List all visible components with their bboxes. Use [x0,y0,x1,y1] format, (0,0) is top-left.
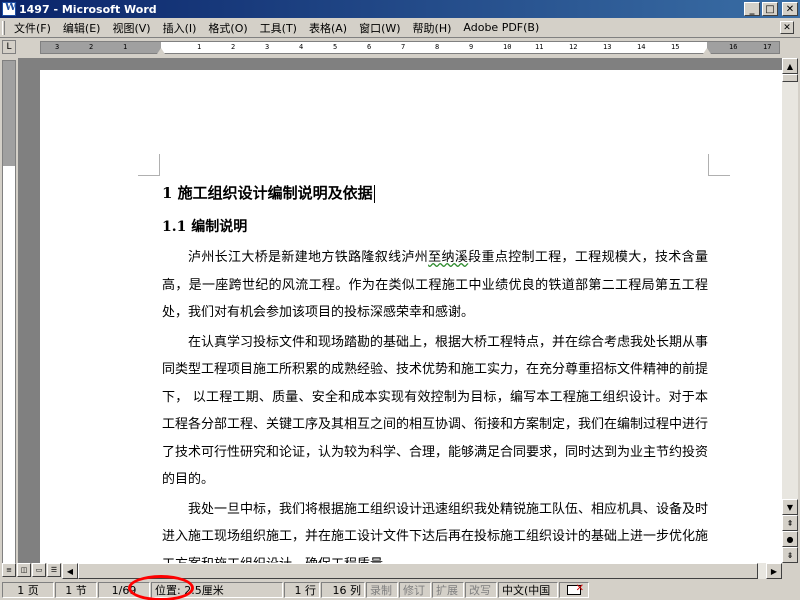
previous-page-icon[interactable]: ⇞ [782,515,798,531]
heading-2[interactable]: 1.1 编制说明 [162,212,708,242]
menu-window[interactable]: 窗口(W) [353,20,406,36]
status-page-of: 1/69 [98,582,150,598]
ruler-number: 14 [637,43,646,51]
ruler-number: 5 [333,43,338,51]
paragraph-1-text-a: 泸州长江大桥是新建地方铁路隆叙线泸州 [188,250,429,265]
spelling-status-icon[interactable]: ✕ [559,582,589,598]
horizontal-scroll-row: ≡ ◫ ▭ ☰ ◀ ▶ [0,563,800,579]
menu-tools[interactable]: 工具(T) [254,20,303,36]
menu-edit[interactable]: 编辑(E) [57,20,107,36]
ruler-number: 2 [231,43,236,51]
status-column: 16 列 [321,582,365,598]
top-right-crop-mark [708,154,730,176]
ruler-number: 15 [671,43,680,51]
menu-bar: 文件(F) 编辑(E) 视图(V) 插入(I) 格式(O) 工具(T) 表格(A… [0,18,800,38]
status-extend[interactable]: 扩展 [432,582,464,598]
paragraph-1[interactable]: 泸州长江大桥是新建地方铁路隆叙线泸州至纳溪段重点控制工程，工程规模大，技术含量高… [162,244,708,327]
text-cursor [373,185,375,203]
top-left-crop-mark [138,154,160,176]
menu-adobe-pdf[interactable]: Adobe PDF(B) [457,21,545,34]
document-controls: ✕ [780,21,796,34]
maximize-button[interactable]: □ [762,2,778,16]
next-page-icon[interactable]: ⇟ [782,547,798,563]
heading-1[interactable]: 1 施工组织设计编制说明及依据 [162,178,708,208]
browse-object-icon[interactable]: ● [782,531,798,547]
menu-view[interactable]: 视图(V) [106,20,156,36]
window-title: 1497 - Microsoft Word [19,2,157,16]
outline-view-icon[interactable]: ☰ [47,563,61,577]
horizontal-scrollbar[interactable]: ◀ ▶ [62,563,782,579]
word-app-icon[interactable] [2,2,16,16]
normal-view-icon[interactable]: ≡ [2,563,16,577]
close-button[interactable]: ✕ [782,2,798,16]
ruler-number: 1 [197,43,202,51]
vertical-scrollbar[interactable]: ▲ ▼ ⇞ ● ⇟ [782,58,798,563]
scroll-right-icon[interactable]: ▶ [766,563,782,579]
top-margin-zone [3,61,15,166]
menu-insert[interactable]: 插入(I) [157,20,203,36]
vertical-scroll-thumb[interactable] [782,74,798,82]
ruler-number: 3 [55,43,60,51]
ruler-number: 11 [535,43,544,51]
paragraph-3[interactable]: 我处一旦中标，我们将根据施工组织设计迅速组织我处精锐施工队伍、相应机具、设备及时… [162,496,708,564]
word-window: 1497 - Microsoft Word _ □ ✕ 文件(F) 编辑(E) … [0,0,800,600]
scroll-down-icon[interactable]: ▼ [782,499,798,515]
heading-1-text: 1 施工组织设计编制说明及依据 [162,184,373,202]
ruler-number: 3 [265,43,270,51]
view-buttons: ≡ ◫ ▭ ☰ [2,563,62,577]
print-view-icon[interactable]: ▭ [32,563,46,577]
paragraph-2[interactable]: 在认真学习投标文件和现场踏勘的基础上，根据大桥工程特点，并在综合考虑我处长期从事… [162,329,708,494]
status-page: 1 页 [2,582,54,598]
scroll-left-icon[interactable]: ◀ [62,563,78,579]
minimize-button[interactable]: _ [744,2,760,16]
spelling-flag[interactable]: 至纳溪 [428,250,468,265]
status-record[interactable]: 录制 [366,582,398,598]
ruler-number: 9 [469,43,474,51]
ruler-number: 13 [603,43,612,51]
status-line: 1 行 [284,582,320,598]
horizontal-scroll-thumb[interactable] [78,563,758,579]
status-track-changes[interactable]: 修订 [399,582,431,598]
ruler-row: L 3 2 1 1 2 3 4 5 6 7 8 9 10 11 12 13 14… [0,39,800,56]
menu-format[interactable]: 格式(O) [202,20,253,36]
horizontal-ruler[interactable]: 3 2 1 1 2 3 4 5 6 7 8 9 10 11 12 13 14 1… [40,41,780,54]
document-page[interactable]: 1 施工组织设计编制说明及依据 1.1 编制说明 泸州长江大桥是新建地方铁路隆叙… [40,70,782,563]
document-workspace: 1 施工组织设计编制说明及依据 1.1 编制说明 泸州长江大桥是新建地方铁路隆叙… [18,58,782,563]
right-indent-marker-icon[interactable] [703,48,711,54]
document-body[interactable]: 1 施工组织设计编制说明及依据 1.1 编制说明 泸州长江大桥是新建地方铁路隆叙… [162,178,708,563]
ruler-number: 4 [299,43,304,51]
ruler-number: 6 [367,43,372,51]
status-position: 位置: 2.5厘米 [151,582,283,598]
ruler-number: 17 [763,43,772,51]
ruler-number: 7 [401,43,406,51]
web-view-icon[interactable]: ◫ [17,563,31,577]
doc-close-button[interactable]: ✕ [780,21,794,34]
status-bar: 1 页 1 节 1/69 位置: 2.5厘米 1 行 16 列 录制 修订 扩展… [0,580,800,600]
tab-selector-icon[interactable]: L [2,40,16,54]
ruler-number: 10 [503,43,512,51]
menu-table[interactable]: 表格(A) [303,20,353,36]
menu-file[interactable]: 文件(F) [8,20,57,36]
title-bar: 1497 - Microsoft Word _ □ ✕ [0,0,800,18]
menubar-grip[interactable] [2,20,5,35]
status-language[interactable]: 中文(中国 [498,582,558,598]
ruler-number: 1 [123,43,128,51]
ruler-number: 2 [89,43,94,51]
ruler-number: 8 [435,43,440,51]
ruler-number: 16 [729,43,738,51]
status-section: 1 节 [55,582,97,598]
vertical-ruler[interactable] [2,60,16,565]
ruler-number: 12 [569,43,578,51]
left-indent-marker-icon[interactable] [157,48,165,54]
status-overtype[interactable]: 改写 [465,582,497,598]
scroll-up-icon[interactable]: ▲ [782,58,798,74]
menu-help[interactable]: 帮助(H) [407,20,458,36]
